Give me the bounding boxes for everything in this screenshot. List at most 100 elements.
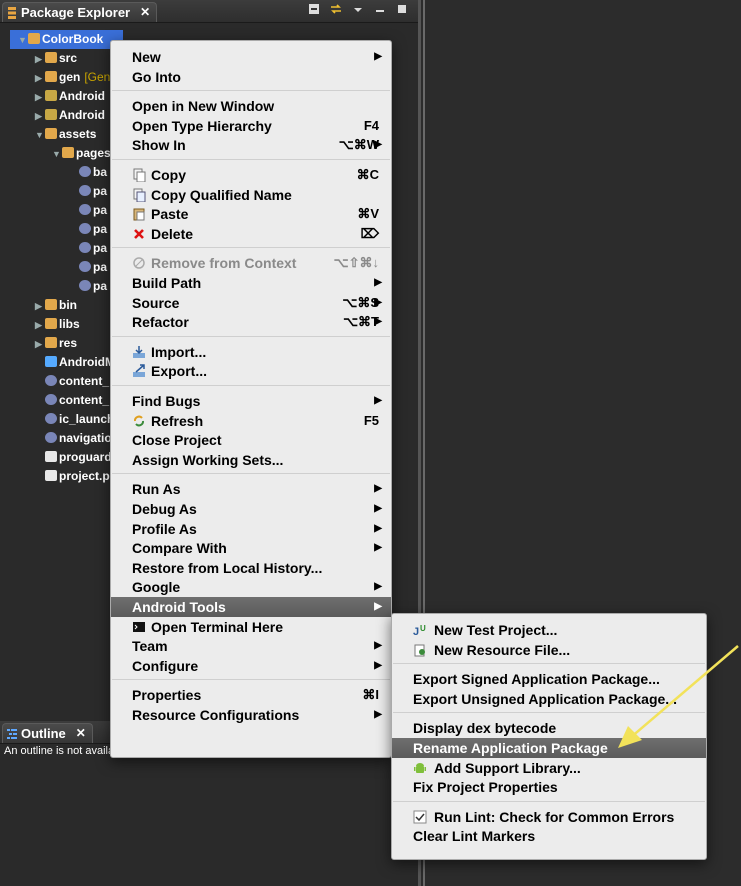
menu-item-run-lint-check-for-common-errors[interactable]: Run Lint: Check for Common Errors — [392, 807, 706, 827]
tree-item[interactable]: proguard — [35, 448, 112, 467]
menu-item-label: Export... — [151, 363, 208, 380]
menu-item-export[interactable]: Export... — [111, 361, 391, 381]
image-file-icon — [45, 432, 57, 443]
view-menu-icon[interactable] — [352, 3, 364, 15]
expand-toggle-icon[interactable]: ▶ — [35, 107, 45, 126]
tree-item[interactable]: ▶ libs — [35, 315, 80, 334]
expand-toggle-icon[interactable]: ▼ — [18, 31, 28, 50]
tree-item[interactable]: content_ — [35, 391, 109, 410]
close-icon[interactable]: ✕ — [140, 3, 150, 22]
tree-item[interactable]: project.p — [35, 467, 110, 486]
menu-item-add-support-library[interactable]: Add Support Library... — [392, 758, 706, 778]
menu-item-run-as[interactable]: Run As ▶ — [111, 479, 391, 499]
menu-item-go-into[interactable]: Go Into — [111, 67, 391, 87]
tree-item[interactable]: ▼ pages — [52, 144, 111, 163]
tree-item[interactable]: ▼ ColorBook — [10, 30, 123, 49]
menu-item-label: Copy — [151, 167, 186, 183]
menu-item-refactor[interactable]: Refactor ⌥⌘T ▶ — [111, 312, 391, 332]
menu-item-label: Resource Configurations — [132, 707, 300, 723]
menu-item-properties[interactable]: Properties ⌘I — [111, 685, 391, 705]
menu-item-resource-configurations[interactable]: Resource Configurations ▶ — [111, 705, 391, 725]
expand-toggle-icon[interactable]: ▶ — [35, 316, 45, 335]
close-icon[interactable]: ✕ — [76, 724, 86, 743]
menu-item-profile-as[interactable]: Profile As ▶ — [111, 519, 391, 539]
minimize-icon[interactable] — [374, 3, 386, 15]
menu-item-open-type-hierarchy[interactable]: Open Type Hierarchy F4 — [111, 116, 391, 136]
menu-item-label: Open in New Window — [132, 98, 275, 115]
delete-icon — [134, 228, 144, 239]
collapse-all-icon[interactable] — [308, 3, 320, 15]
menu-item-open-terminal-here[interactable]: Open Terminal Here — [111, 617, 391, 637]
expand-toggle-icon[interactable]: ▶ — [35, 297, 45, 316]
menu-item-clear-lint-markers[interactable]: Clear Lint Markers — [392, 826, 706, 846]
expand-toggle-icon[interactable]: ▶ — [35, 50, 45, 69]
tree-item[interactable]: ▶ gen [Gen — [35, 68, 110, 87]
menu-item-label: Run As — [132, 481, 181, 498]
menu-item-close-project[interactable]: Close Project — [111, 430, 391, 450]
menu-item-assign-working-sets[interactable]: Assign Working Sets... — [111, 450, 391, 470]
tree-item[interactable]: pa — [69, 182, 107, 201]
tree-item[interactable]: pa — [69, 201, 107, 220]
submenu-arrow-icon: ▶ — [374, 659, 382, 671]
menu-item-configure[interactable]: Configure ▶ — [111, 656, 391, 676]
maximize-icon[interactable] — [396, 3, 408, 15]
menu-item-compare-with[interactable]: Compare With ▶ — [111, 538, 391, 558]
tree-item[interactable]: ▶ res — [35, 334, 77, 353]
menu-item-android-tools[interactable]: Android Tools ▶ — [111, 597, 391, 617]
menu-item-shortcut: ⌘I — [362, 687, 379, 703]
image-file-icon — [79, 280, 91, 291]
tree-item[interactable]: pa — [69, 220, 107, 239]
menu-item-find-bugs[interactable]: Find Bugs ▶ — [111, 391, 391, 411]
menu-item-build-path[interactable]: Build Path ▶ — [111, 273, 391, 293]
menu-item-team[interactable]: Team ▶ — [111, 636, 391, 656]
tree-item[interactable]: ▼ assets — [35, 125, 96, 144]
tree-item[interactable]: ▶ bin — [35, 296, 77, 315]
menu-item-label: Refactor — [132, 314, 189, 331]
tab-package-explorer[interactable]: Package Explorer ✕ — [2, 2, 158, 22]
menu-item-label: Assign Working Sets... — [132, 451, 284, 468]
tree-item[interactable]: pa — [69, 239, 107, 258]
menu-item-show-in[interactable]: Show In ⌥⌘W ▶ — [111, 135, 391, 155]
tree-item-label: res — [59, 336, 78, 350]
menu-item-source[interactable]: Source ⌥⌘S ▶ — [111, 293, 391, 313]
expand-toggle-icon[interactable]: ▶ — [35, 88, 45, 107]
annotation-arrow-icon — [618, 645, 739, 748]
expand-toggle-icon[interactable]: ▶ — [35, 69, 45, 88]
menu-item-copy[interactable]: Copy ⌘C — [111, 165, 391, 185]
menu-item-fix-project-properties[interactable]: Fix Project Properties — [392, 777, 706, 797]
menu-item-refresh[interactable]: Refresh F5 — [111, 411, 391, 431]
menu-item-label: Show In — [132, 137, 186, 154]
tree-item[interactable]: AndroidM — [35, 353, 115, 372]
menu-item-label: Google — [132, 579, 181, 596]
menu-item-new-test-project[interactable]: J U New Test Project... — [392, 620, 706, 640]
tab-outline[interactable]: Outline ✕ — [2, 723, 93, 743]
submenu-arrow-icon: ▶ — [374, 640, 382, 652]
tree-item-label: pa — [93, 279, 108, 293]
text-file-icon — [45, 451, 57, 462]
expand-toggle-icon[interactable]: ▼ — [52, 145, 62, 164]
menu-item-label: Open Type Hierarchy — [132, 117, 272, 134]
menu-item-debug-as[interactable]: Debug As ▶ — [111, 499, 391, 519]
tree-item[interactable]: ▶ Android — [35, 106, 105, 125]
link-with-editor-icon[interactable] — [330, 3, 342, 15]
menu-item-new[interactable]: New ▶ — [111, 47, 391, 67]
menu-item-copy-qualified-name[interactable]: Copy Qualified Name — [111, 185, 391, 205]
package-explorer-icon — [8, 6, 16, 19]
menu-item-google[interactable]: Google ▶ — [111, 577, 391, 597]
tree-item[interactable]: pa — [69, 277, 107, 296]
menu-item-paste[interactable]: Paste ⌘V — [111, 204, 391, 224]
tree-item[interactable]: ba — [69, 163, 107, 182]
tree-item[interactable]: ▶ Android — [35, 87, 105, 106]
android-library-icon — [45, 90, 57, 101]
menu-item-delete[interactable]: Delete ⌦ — [111, 224, 391, 244]
expand-toggle-icon[interactable]: ▼ — [35, 126, 45, 145]
tree-item[interactable]: pa — [69, 258, 107, 277]
menu-item-open-in-new-window[interactable]: Open in New Window — [111, 96, 391, 116]
menu-item-import[interactable]: Import... — [111, 342, 391, 362]
expand-toggle-icon[interactable]: ▶ — [35, 335, 45, 354]
menu-item-restore-from-local-history[interactable]: Restore from Local History... — [111, 558, 391, 578]
tree-item[interactable]: navigatio — [35, 429, 112, 448]
tree-item[interactable]: content_ — [35, 372, 109, 391]
tree-item[interactable]: ic_launch — [35, 410, 114, 429]
tree-item[interactable]: ▶ src — [35, 49, 77, 68]
